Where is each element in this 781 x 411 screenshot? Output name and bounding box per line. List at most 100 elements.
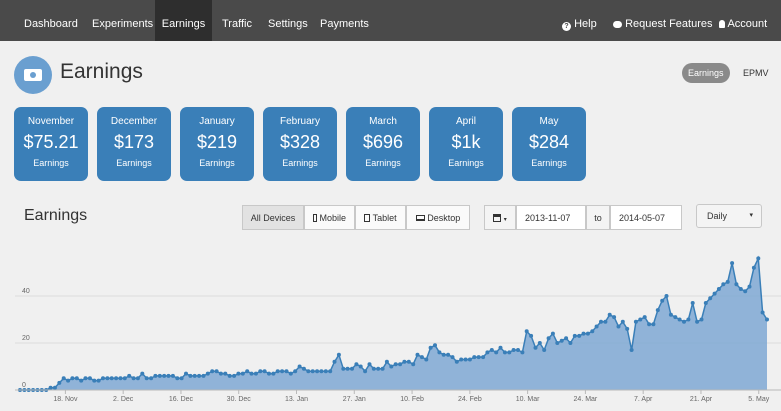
- data-point[interactable]: [651, 322, 656, 327]
- data-point[interactable]: [319, 369, 324, 374]
- data-point[interactable]: [633, 319, 638, 324]
- data-point[interactable]: [428, 345, 433, 350]
- data-point[interactable]: [607, 312, 612, 317]
- data-point[interactable]: [240, 371, 245, 376]
- data-point[interactable]: [275, 369, 280, 374]
- data-point[interactable]: [166, 373, 171, 378]
- data-point[interactable]: [533, 345, 538, 350]
- data-point[interactable]: [253, 371, 258, 376]
- data-point[interactable]: [175, 376, 180, 381]
- data-point[interactable]: [236, 371, 241, 376]
- data-point[interactable]: [197, 373, 202, 378]
- data-point[interactable]: [402, 359, 407, 364]
- data-point[interactable]: [450, 355, 455, 360]
- data-point[interactable]: [135, 376, 140, 381]
- data-point[interactable]: [258, 369, 263, 374]
- data-point[interactable]: [485, 350, 490, 355]
- data-point[interactable]: [529, 333, 534, 338]
- data-point[interactable]: [603, 319, 608, 324]
- nav-dashboard[interactable]: Dashboard: [14, 0, 88, 41]
- data-point[interactable]: [738, 287, 743, 291]
- data-point[interactable]: [122, 376, 127, 381]
- data-point[interactable]: [336, 352, 341, 357]
- data-point[interactable]: [537, 341, 542, 345]
- earnings-card[interactable]: December $173 Earnings: [97, 107, 171, 181]
- earnings-card[interactable]: January $219 Earnings: [180, 107, 254, 181]
- data-point[interactable]: [507, 350, 512, 355]
- data-point[interactable]: [647, 322, 652, 327]
- data-point[interactable]: [380, 366, 385, 371]
- data-point[interactable]: [743, 289, 748, 294]
- toggle-epmv[interactable]: EPMV: [737, 63, 775, 83]
- data-point[interactable]: [188, 373, 193, 378]
- data-point[interactable]: [267, 371, 271, 376]
- data-point[interactable]: [371, 366, 376, 371]
- data-point[interactable]: [301, 366, 306, 371]
- data-point[interactable]: [564, 336, 569, 341]
- data-point[interactable]: [118, 376, 123, 381]
- data-point[interactable]: [284, 369, 289, 374]
- data-point[interactable]: [332, 359, 337, 364]
- data-point[interactable]: [734, 282, 739, 287]
- data-point[interactable]: [459, 357, 464, 362]
- data-point[interactable]: [581, 331, 586, 336]
- data-point[interactable]: [616, 324, 621, 329]
- nav-experiments[interactable]: Experiments: [81, 0, 164, 41]
- data-point[interactable]: [516, 348, 520, 352]
- data-point[interactable]: [157, 373, 162, 378]
- data-point[interactable]: [354, 362, 359, 367]
- data-point[interactable]: [590, 329, 595, 334]
- data-point[interactable]: [725, 279, 730, 284]
- data-point[interactable]: [668, 312, 673, 317]
- data-point[interactable]: [664, 294, 669, 298]
- data-point[interactable]: [437, 350, 442, 355]
- data-point[interactable]: [686, 317, 691, 322]
- data-point[interactable]: [419, 355, 424, 360]
- data-point[interactable]: [306, 369, 311, 374]
- data-point[interactable]: [66, 378, 71, 383]
- data-point[interactable]: [131, 376, 136, 381]
- data-point[interactable]: [79, 378, 84, 383]
- data-point[interactable]: [708, 296, 713, 301]
- data-point[interactable]: [149, 376, 154, 381]
- data-point[interactable]: [751, 265, 756, 270]
- earnings-card[interactable]: March $696 Earnings: [346, 107, 420, 181]
- data-point[interactable]: [140, 371, 145, 376]
- nav-account[interactable]: Account: [719, 0, 767, 41]
- data-point[interactable]: [638, 317, 643, 322]
- filter-desktop[interactable]: Desktop: [406, 205, 470, 230]
- interval-select[interactable]: Daily ▾: [696, 204, 762, 228]
- data-point[interactable]: [747, 284, 752, 289]
- data-point[interactable]: [620, 319, 625, 324]
- data-point[interactable]: [542, 348, 547, 352]
- data-point[interactable]: [288, 371, 293, 376]
- data-point[interactable]: [232, 373, 237, 378]
- data-point[interactable]: [454, 359, 459, 364]
- nav-help[interactable]: ? Help: [562, 0, 597, 41]
- data-point[interactable]: [730, 261, 735, 266]
- data-point[interactable]: [760, 310, 765, 315]
- data-point[interactable]: [502, 350, 507, 355]
- data-point[interactable]: [559, 338, 564, 343]
- data-point[interactable]: [144, 376, 149, 381]
- nav-traffic[interactable]: Traffic: [212, 0, 262, 41]
- data-point[interactable]: [245, 369, 250, 374]
- data-point[interactable]: [568, 341, 573, 345]
- data-point[interactable]: [625, 326, 630, 331]
- data-point[interactable]: [585, 331, 590, 336]
- data-point[interactable]: [756, 256, 761, 261]
- data-point[interactable]: [227, 373, 232, 378]
- data-point[interactable]: [481, 355, 486, 360]
- data-point[interactable]: [223, 371, 228, 376]
- data-point[interactable]: [114, 376, 119, 381]
- data-point[interactable]: [363, 369, 368, 374]
- nav-payments[interactable]: Payments: [310, 0, 379, 41]
- data-point[interactable]: [153, 373, 158, 378]
- data-point[interactable]: [489, 348, 494, 352]
- data-point[interactable]: [109, 376, 114, 381]
- data-point[interactable]: [629, 348, 634, 352]
- data-point[interactable]: [280, 369, 285, 374]
- data-point[interactable]: [673, 315, 678, 320]
- earnings-card[interactable]: November $75.21 Earnings: [14, 107, 88, 181]
- data-point[interactable]: [494, 350, 499, 355]
